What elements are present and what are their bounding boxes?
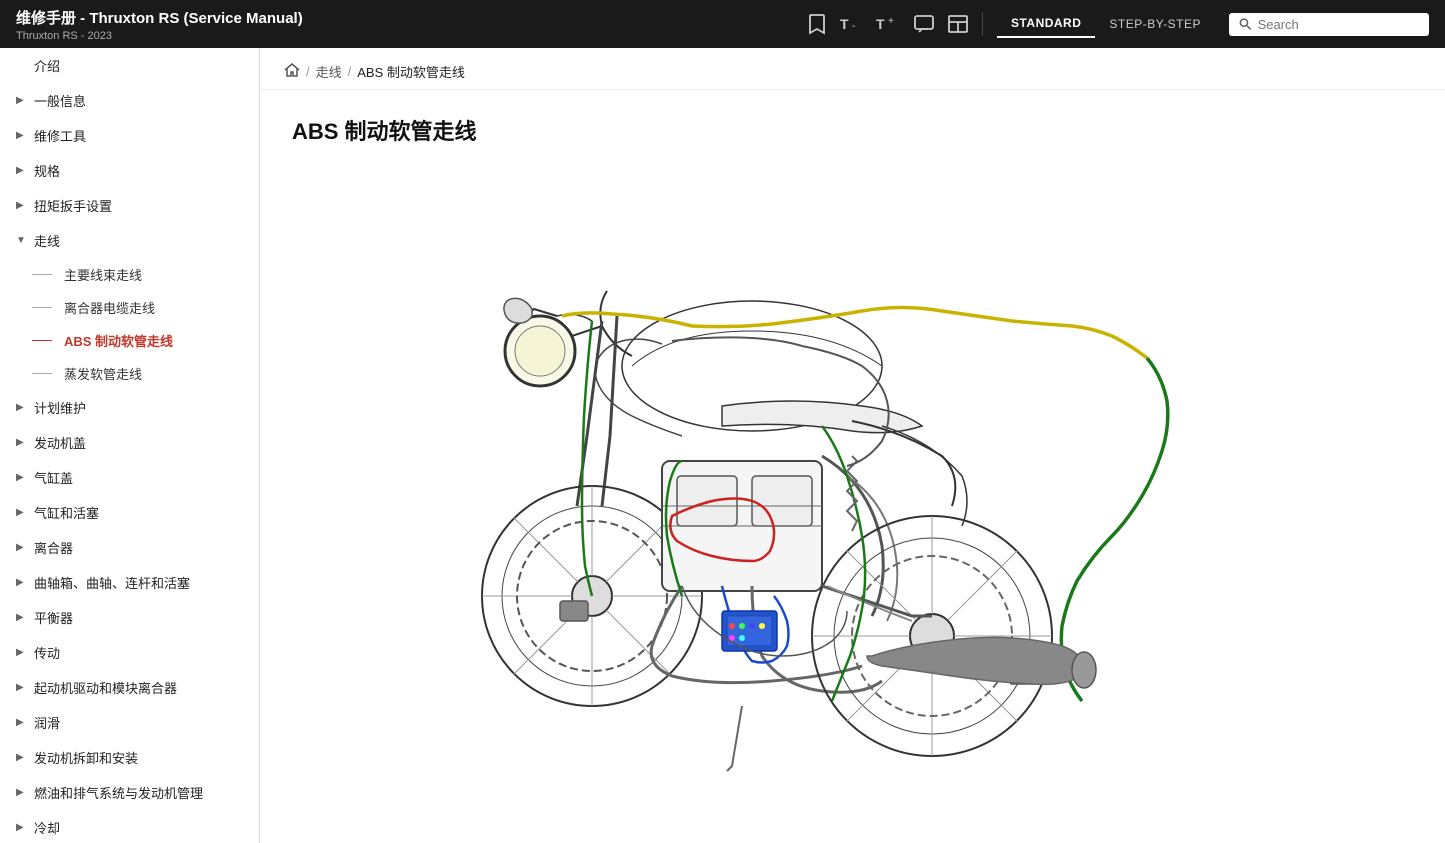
arrow-icon: ▶ <box>16 577 28 588</box>
sidebar-item-cooling[interactable]: ▶ 冷却 <box>0 810 259 843</box>
sidebar-item-label: 离合器电缆走线 <box>64 298 155 317</box>
bookmark-icon[interactable] <box>808 13 826 35</box>
search-icon <box>1239 17 1252 31</box>
sidebar-item-balancer[interactable]: ▶ 平衡器 <box>0 600 259 635</box>
sidebar-item-label: 主要线束走线 <box>64 265 142 284</box>
svg-text:-: - <box>852 21 855 32</box>
sidebar-item-label: 介绍 <box>34 56 60 75</box>
sidebar-item-label: 走线 <box>34 231 60 250</box>
app-subtitle: Thruxton RS - 2023 <box>16 30 303 42</box>
app-title: 维修手册 - Thruxton RS (Service Manual) <box>16 7 303 28</box>
sidebar-item-label: 规格 <box>34 161 60 180</box>
comment-icon[interactable] <box>914 15 934 33</box>
sidebar-item-label: 燃油和排气系统与发动机管理 <box>34 783 203 802</box>
sidebar-item-crankcase[interactable]: ▶ 曲轴箱、曲轴、连杆和活塞 <box>0 565 259 600</box>
breadcrumb-current: ABS 制动软管走线 <box>357 62 465 81</box>
sidebar-item-label: 维修工具 <box>34 126 86 145</box>
main-content: / 走线 / ABS 制动软管走线 ABS 制动软管走线 <box>260 48 1445 843</box>
breadcrumb-sep-1: / <box>306 64 310 79</box>
arrow-icon: ▶ <box>16 542 28 553</box>
breadcrumb-sep-2: / <box>348 64 352 79</box>
sidebar-item-lubrication[interactable]: ▶ 润滑 <box>0 705 259 740</box>
arrow-icon: ▶ <box>16 130 28 141</box>
arrow-icon: ▶ <box>16 612 28 623</box>
sidebar-item-main-harness[interactable]: 主要线束走线 <box>32 258 259 291</box>
view-mode-selector: STANDARD STEP-BY-STEP <box>997 10 1215 38</box>
breadcrumb: / 走线 / ABS 制动软管走线 <box>260 48 1445 90</box>
breadcrumb-routing[interactable]: 走线 <box>316 62 342 81</box>
sidebar-item-starter[interactable]: ▶ 起动机驱动和模块离合器 <box>0 670 259 705</box>
sidebar-item-label: 冷却 <box>34 818 60 837</box>
header-divider <box>982 12 983 36</box>
sidebar-item-label: 发动机盖 <box>34 433 86 452</box>
arrow-icon: ▶ <box>16 507 28 518</box>
arrow-icon: ▶ <box>16 402 28 413</box>
text-increase-icon[interactable]: T + <box>876 15 900 33</box>
arrow-icon: ▶ <box>16 682 28 693</box>
sidebar-item-label: 润滑 <box>34 713 60 732</box>
sidebar-item-cyl-piston[interactable]: ▶ 气缸和活塞 <box>0 495 259 530</box>
sidebar-item-abs-hose[interactable]: ABS 制动软管走线 <box>32 324 259 357</box>
search-box[interactable] <box>1229 13 1429 36</box>
arrow-icon: ▶ <box>16 437 28 448</box>
sidebar-item-fuel[interactable]: ▶ 燃油和排气系统与发动机管理 <box>0 775 259 810</box>
search-input[interactable] <box>1258 17 1419 32</box>
sidebar-item-clutch-cable[interactable]: 离合器电缆走线 <box>32 291 259 324</box>
arrow-icon: ▶ <box>16 647 28 658</box>
arrow-icon: ▶ <box>16 165 28 176</box>
main-layout: 介绍 ▶ 一般信息 ▶ 维修工具 ▶ 规格 ▶ 扭矩扳手设置 ▼ 走线 <box>0 48 1445 843</box>
sidebar-item-label: 传动 <box>34 643 60 662</box>
arrow-icon: ▶ <box>16 752 28 763</box>
sidebar-item-label: 曲轴箱、曲轴、连杆和活塞 <box>34 573 190 592</box>
sidebar-item-label: 蒸发软管走线 <box>64 364 142 383</box>
sidebar-item-label: 发动机拆卸和安装 <box>34 748 138 767</box>
sidebar-item-label: 一般信息 <box>34 91 86 110</box>
sidebar-item-routing[interactable]: ▼ 走线 <box>0 223 259 258</box>
sidebar-item-engine-cover[interactable]: ▶ 发动机盖 <box>0 425 259 460</box>
sidebar-item-label: 离合器 <box>34 538 73 557</box>
svg-text:+: + <box>888 16 894 27</box>
sidebar-item-cyl-head[interactable]: ▶ 气缸盖 <box>0 460 259 495</box>
layout-icon[interactable] <box>948 15 968 33</box>
sidebar-item-intro[interactable]: 介绍 <box>0 48 259 83</box>
sidebar-item-general[interactable]: ▶ 一般信息 <box>0 83 259 118</box>
sidebar-item-clutch[interactable]: ▶ 离合器 <box>0 530 259 565</box>
header-title-wrap: 维修手册 - Thruxton RS (Service Manual) Thru… <box>16 7 303 42</box>
arrow-icon: ▶ <box>16 717 28 728</box>
diagram-container <box>292 166 1192 786</box>
sidebar-item-label: ABS 制动软管走线 <box>64 331 173 350</box>
motorcycle-diagram <box>292 166 1192 786</box>
svg-text:T: T <box>876 16 885 32</box>
sidebar-item-engine-remove[interactable]: ▶ 发动机拆卸和安装 <box>0 740 259 775</box>
arrow-icon: ▼ <box>16 235 28 246</box>
arrow-icon: ▶ <box>16 787 28 798</box>
sidebar-item-label: 平衡器 <box>34 608 73 627</box>
sidebar-item-torque[interactable]: ▶ 扭矩扳手设置 <box>0 188 259 223</box>
arrow-icon: ▶ <box>16 822 28 833</box>
sidebar-item-label: 起动机驱动和模块离合器 <box>34 678 177 697</box>
arrow-icon: ▶ <box>16 472 28 483</box>
sidebar: 介绍 ▶ 一般信息 ▶ 维修工具 ▶ 规格 ▶ 扭矩扳手设置 ▼ 走线 <box>0 48 260 843</box>
standard-mode-btn[interactable]: STANDARD <box>997 10 1095 38</box>
sidebar-item-transmission[interactable]: ▶ 传动 <box>0 635 259 670</box>
header-tools: T - T + STANDARD STEP-BY- <box>808 10 1429 38</box>
content-area: ABS 制动软管走线 <box>260 90 1445 810</box>
page-title: ABS 制动软管走线 <box>292 114 1413 146</box>
sidebar-item-label: 气缸和活塞 <box>34 503 99 522</box>
sidebar-item-label: 扭矩扳手设置 <box>34 196 112 215</box>
svg-text:T: T <box>840 16 849 32</box>
sidebar-item-tools[interactable]: ▶ 维修工具 <box>0 118 259 153</box>
arrow-icon: ▶ <box>16 200 28 211</box>
sidebar-item-label: 气缸盖 <box>34 468 73 487</box>
sidebar-item-scheduled[interactable]: ▶ 计划维护 <box>0 390 259 425</box>
text-decrease-icon[interactable]: T - <box>840 15 862 33</box>
home-icon[interactable] <box>284 63 300 80</box>
arrow-icon: ▶ <box>16 95 28 106</box>
sidebar-item-label: 计划维护 <box>34 398 86 417</box>
sidebar-item-evap[interactable]: 蒸发软管走线 <box>32 357 259 390</box>
sidebar-sub-routing: 主要线束走线 离合器电缆走线 ABS 制动软管走线 蒸发软管走线 <box>0 258 259 390</box>
header: 维修手册 - Thruxton RS (Service Manual) Thru… <box>0 0 1445 48</box>
sidebar-item-specs[interactable]: ▶ 规格 <box>0 153 259 188</box>
step-by-step-mode-btn[interactable]: STEP-BY-STEP <box>1095 11 1215 37</box>
